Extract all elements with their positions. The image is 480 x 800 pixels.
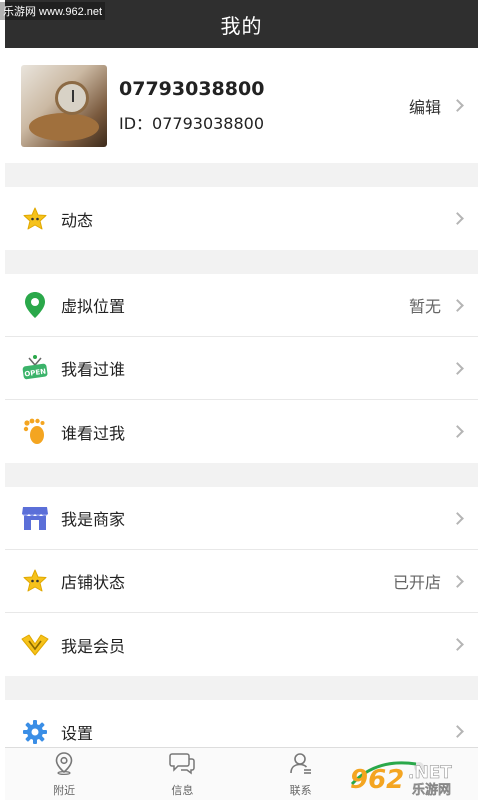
avatar[interactable] [21,64,107,147]
star-badge-icon [21,205,49,233]
svg-text:962: 962 [350,765,404,795]
tab-label: 联系 [289,783,312,797]
chevron-right-icon [451,425,464,438]
menu-item-merchant[interactable]: 我是商家 [5,487,478,550]
menu-group-location: 虚拟位置 暂无 OPEN 我看过谁 谁看过我 [5,274,478,463]
chat-bubble-icon [169,751,196,779]
menu-label: 店铺状态 [61,573,126,592]
menu-item-who-viewed-me[interactable]: 谁看过我 [5,400,478,463]
menu-label: 我是会员 [61,636,126,656]
store-icon [21,504,49,532]
chevron-right-icon [451,99,464,112]
tab-label: 附近 [53,783,76,797]
tab-label: 信息 [171,783,194,797]
menu-group-feed: 动态 [5,187,478,250]
menu-group-merchant: 我是商家 店铺状态 已开店 我是会员 [5,487,478,676]
location-pin-icon [21,291,49,319]
menu-value: 已开店 [392,573,441,592]
menu-item-membership[interactable]: 我是会员 [5,613,478,676]
profile-info: 07793038800 ID：07793038800 [119,78,409,134]
menu-label: 设置 [61,723,94,743]
menu-value: 暂无 [408,297,441,316]
open-sign-icon: OPEN [21,354,49,382]
menu-label: 动态 [61,210,94,230]
watermark-logo: 962 .NET 乐游网 [350,761,453,798]
profile-id: ID：07793038800 [119,113,265,133]
tab-contacts[interactable]: 联系 [242,748,360,800]
menu-label: 虚拟位置 [61,297,126,316]
pin-outline-icon [53,751,75,779]
contacts-icon [289,751,313,779]
svg-text:.NET: .NET [408,763,452,783]
chevron-right-icon [451,638,464,651]
chevron-right-icon [451,361,464,375]
chevron-right-icon [451,574,464,588]
chevron-right-icon [451,212,464,225]
menu-label: 我看过谁 [61,360,126,379]
menu-item-who-i-viewed[interactable]: OPEN 我看过谁 [5,337,478,400]
watermark-text: 乐游网 www.962.net [0,2,106,20]
svg-text:乐游网: 乐游网 [412,782,451,798]
tab-messages[interactable]: 信息 [123,748,241,800]
menu-label: 谁看过我 [61,423,126,443]
menu-item-store-status[interactable]: 店铺状态 已开店 [5,550,478,613]
vip-chevron-icon [21,631,49,659]
edit-profile-button[interactable]: 编辑 [408,94,464,118]
page-title: 我的 [220,13,263,38]
tab-nearby[interactable]: 附近 [5,748,123,800]
profile-card[interactable]: 07793038800 ID：07793038800 编辑 [5,48,478,163]
chevron-right-icon [451,725,464,738]
edit-label: 编辑 [408,97,441,117]
gear-icon [21,718,49,746]
menu-item-virtual-location[interactable]: 虚拟位置 暂无 [5,274,478,337]
chevron-right-icon [451,511,464,525]
star-badge-icon [21,567,49,595]
profile-name: 07793038800 [119,77,265,100]
chevron-right-icon [451,298,464,312]
menu-label: 我是商家 [61,510,126,529]
menu-item-feed[interactable]: 动态 [5,187,478,250]
footprint-icon [21,418,49,446]
app-screen: 我的 07793038800 ID：07793038800 编辑 动态 虚拟位置… [5,0,478,800]
